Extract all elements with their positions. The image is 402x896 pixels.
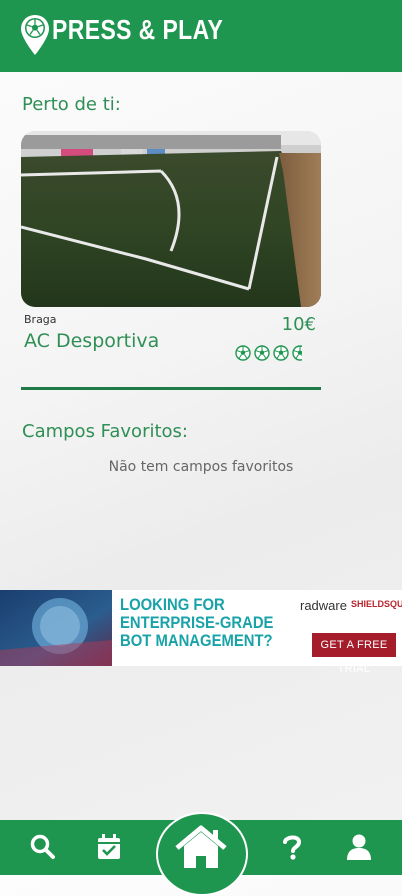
ad-brand-shieldsquare: SHIELDSQUARE (351, 599, 402, 609)
field-price: 10€ (281, 314, 316, 335)
app-title: PRESS & PLAY (52, 14, 224, 45)
section-divider (21, 387, 321, 390)
football-rating-icon (235, 345, 251, 361)
favorites-empty-text: Não tem campos favoritos (108, 459, 294, 475)
search-icon[interactable] (30, 834, 56, 860)
app-header: PRESS & PLAY (0, 0, 402, 72)
user-icon[interactable] (347, 834, 371, 860)
football-rating-icon (254, 345, 270, 361)
ad-brand-radware: radware (300, 598, 347, 613)
ad-headline: LOOKING FOR ENTERPRISE-GRADE BOT MANAGEM… (120, 596, 274, 650)
football-rating-icon (273, 345, 289, 361)
ad-free-trial-button[interactable]: GET A FREE TRIAL (312, 633, 396, 675)
field-photo (21, 131, 321, 307)
field-name[interactable]: AC Desportiva (24, 330, 159, 352)
football-pin-logo-icon (21, 15, 49, 55)
calendar-check-icon[interactable] (97, 834, 121, 860)
favorites-section-title: Campos Favoritos: (22, 421, 188, 442)
nearby-section-title: Perto de ti: (22, 94, 121, 115)
football-rating-half-icon (292, 345, 302, 361)
field-card-image[interactable] (21, 131, 321, 307)
field-rating (235, 345, 302, 363)
field-city: Braga (24, 313, 57, 326)
ad-globe-image (0, 590, 112, 666)
question-icon[interactable] (282, 834, 302, 860)
home-icon[interactable] (173, 824, 229, 870)
